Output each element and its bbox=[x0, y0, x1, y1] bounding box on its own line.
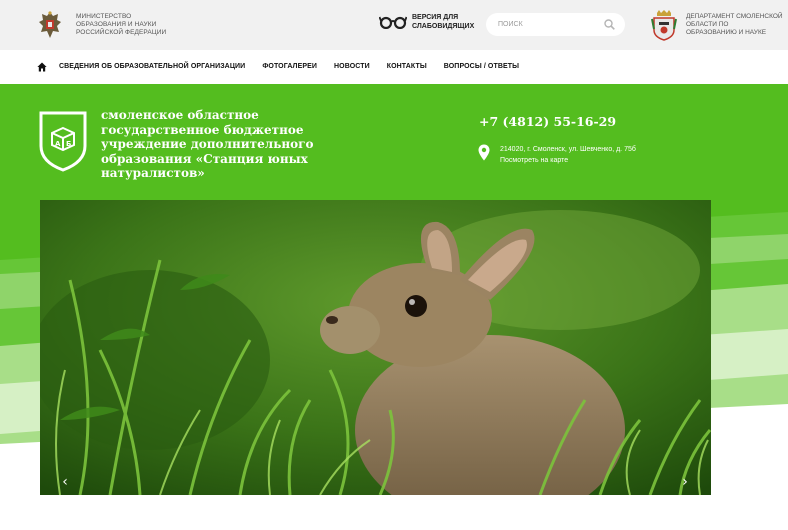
department-line-3: образованию и науке bbox=[686, 29, 767, 36]
logo-letter-a: А bbox=[55, 140, 61, 148]
department-link[interactable]: Департамент Смоленской области по образо… bbox=[651, 9, 783, 41]
main-nav: Сведения об образовательной организации … bbox=[0, 50, 788, 85]
department-name: Департамент Смоленской области по образо… bbox=[686, 13, 783, 37]
ministry-line-3: Российской Федерации bbox=[76, 29, 167, 36]
russian-coat-of-arms-icon bbox=[39, 11, 61, 38]
search-icon[interactable] bbox=[604, 19, 615, 30]
ministry-line-2: образования и науки bbox=[76, 21, 157, 28]
organization-name: смоленское областное государственное бюд… bbox=[101, 108, 314, 180]
home-icon[interactable] bbox=[37, 62, 47, 72]
phone-number[interactable]: +7 (4812) 55-16-29 bbox=[479, 114, 616, 129]
slider-prev-button[interactable]: ‹ bbox=[58, 475, 72, 489]
nav-item-photo-galleries[interactable]: Фотогалереи bbox=[262, 63, 317, 70]
nav-item-news[interactable]: Новости bbox=[334, 63, 370, 70]
organization-logo[interactable]: А Б bbox=[38, 110, 88, 172]
low-vision-line-1: Версия для bbox=[412, 14, 459, 21]
address-block: 214020, г. Смоленск, ул. Шевченко, д. 75… bbox=[500, 144, 636, 166]
search-input[interactable] bbox=[498, 13, 598, 36]
map-pin-icon bbox=[478, 144, 490, 161]
nav-items: Сведения об образовательной организации … bbox=[59, 63, 536, 70]
ministry-link[interactable]: Министерство образования и науки Российс… bbox=[38, 8, 166, 42]
ministry-name: Министерство образования и науки Российс… bbox=[76, 13, 166, 37]
top-bar: Министерство образования и науки Российс… bbox=[0, 0, 788, 50]
ministry-line-1: Министерство bbox=[76, 13, 132, 20]
slider-next-button[interactable]: › bbox=[678, 475, 692, 489]
rabbit-in-grass-photo bbox=[40, 200, 711, 495]
low-vision-line-2: слабовидящих bbox=[412, 23, 475, 30]
address-text: 214020, г. Смоленск, ул. Шевченко, д. 75… bbox=[500, 146, 636, 153]
image-slider: ‹ › bbox=[40, 200, 711, 495]
glasses-icon bbox=[379, 16, 407, 29]
logo-letter-b: Б bbox=[66, 140, 71, 148]
search-box bbox=[486, 13, 625, 36]
view-on-map-link[interactable]: Посмотреть на карте bbox=[500, 155, 636, 166]
nav-item-organization-info[interactable]: Сведения об образовательной организации bbox=[59, 63, 245, 70]
department-line-1: Департамент Смоленской bbox=[686, 13, 783, 20]
nav-item-faq[interactable]: Вопросы / ответы bbox=[444, 63, 519, 70]
smolensk-coat-of-arms-icon bbox=[651, 10, 677, 41]
low-vision-label: Версия для слабовидящих bbox=[412, 13, 474, 31]
nav-item-contacts[interactable]: Контакты bbox=[387, 63, 427, 70]
low-vision-version-link[interactable]: Версия для слабовидящих bbox=[379, 13, 474, 31]
department-line-2: области по bbox=[686, 21, 729, 28]
